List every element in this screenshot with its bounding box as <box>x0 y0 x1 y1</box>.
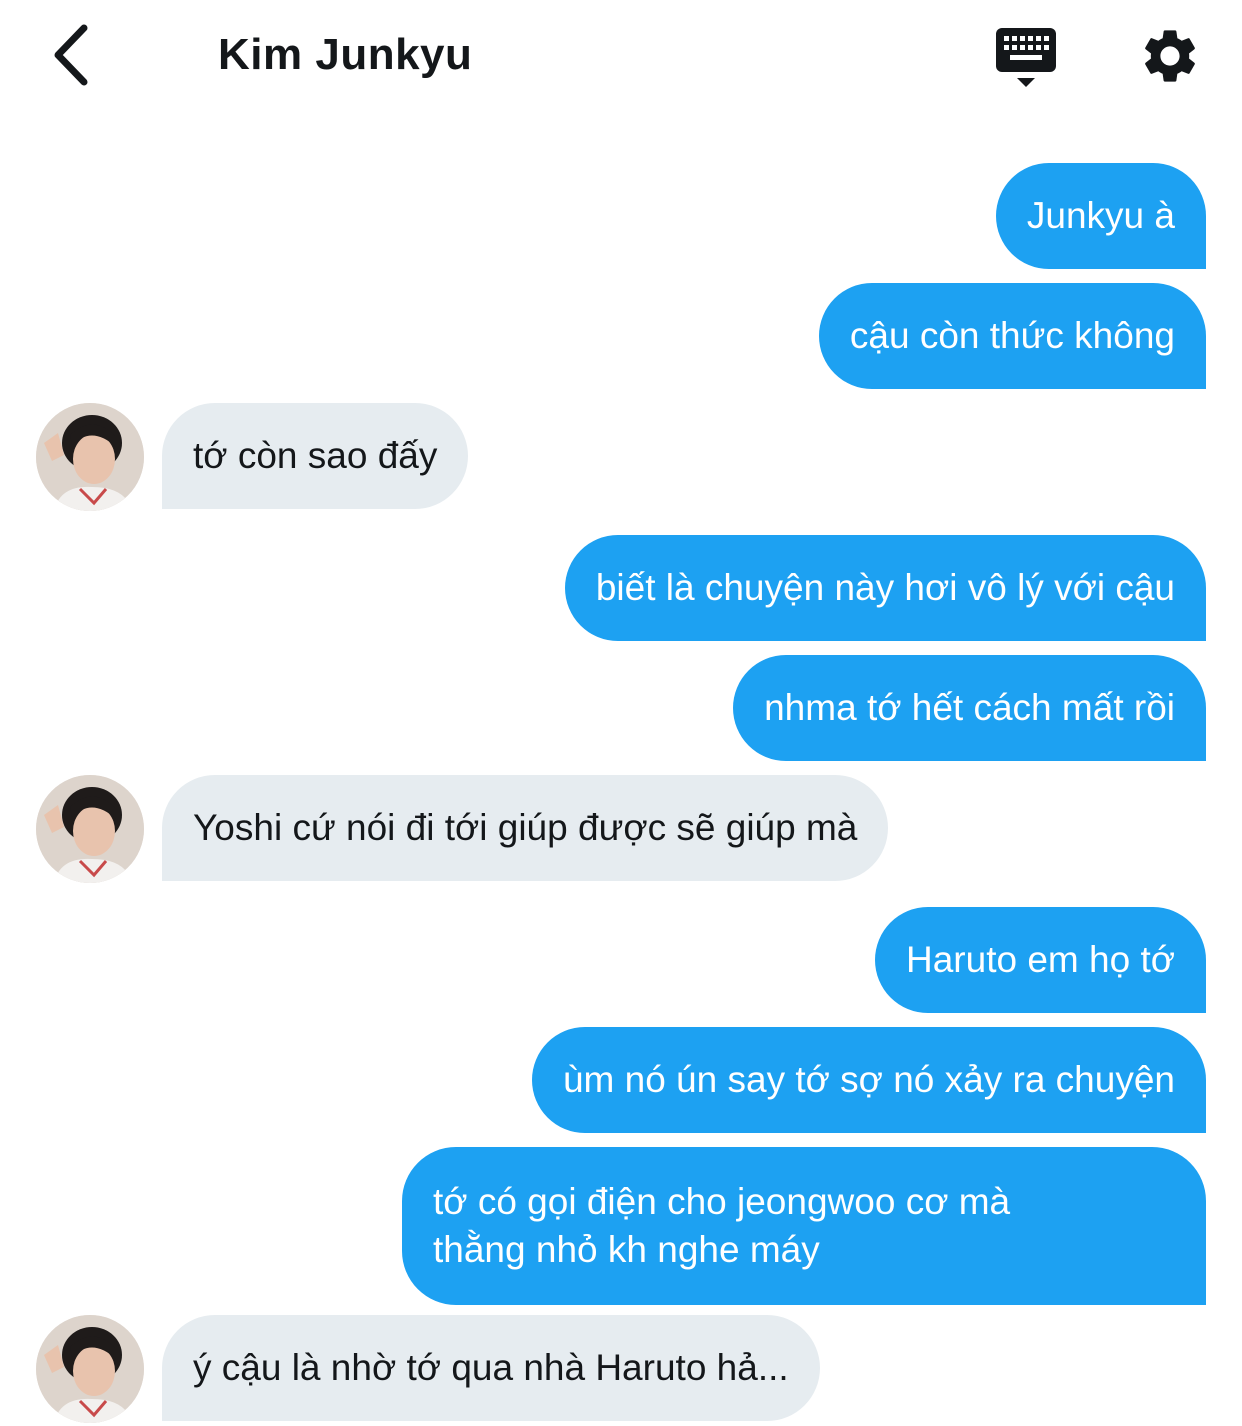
message-bubble-outgoing[interactable]: tớ có gọi điện cho jeongwoo cơ mà thằng … <box>402 1147 1206 1305</box>
message-text-line: thằng nhỏ kh nghe máy <box>433 1229 820 1270</box>
message-text: nhma tớ hết cách mất rồi <box>764 687 1175 728</box>
back-button[interactable] <box>40 22 100 88</box>
gear-icon <box>1145 30 1195 82</box>
avatar-photo <box>36 775 144 883</box>
keyboard-toggle-button[interactable] <box>990 24 1062 90</box>
message-text: cậu còn thức không <box>849 315 1175 356</box>
contact-name[interactable]: Kim Junkyu <box>218 30 472 80</box>
message-bubble-incoming[interactable]: ý cậu là nhờ tớ qua nhà Haruto hả... <box>162 1315 820 1421</box>
message-text: ùm nó ún say tớ sợ nó xảy ra chuyện <box>562 1059 1175 1100</box>
message-text: tớ còn sao đấy <box>193 435 438 476</box>
message-text: biết là chuyện này hơi vô lý với cậu <box>595 567 1175 608</box>
chevron-left-icon <box>54 24 88 86</box>
message-bubble-outgoing[interactable]: cậu còn thức không <box>818 283 1206 389</box>
message-text: Junkyu à <box>1026 195 1175 236</box>
message-bubble-outgoing[interactable]: Junkyu à <box>995 163 1206 269</box>
avatar[interactable] <box>36 403 144 511</box>
message-text: Haruto em họ tớ <box>906 939 1175 980</box>
avatar-photo <box>36 1315 144 1423</box>
message-bubble-outgoing[interactable]: nhma tớ hết cách mất rồi <box>733 655 1206 761</box>
settings-button[interactable] <box>1138 24 1202 88</box>
avatar-photo <box>36 403 144 511</box>
message-text: Yoshi cứ nói đi tới giúp được sẽ giúp mà <box>193 807 858 848</box>
message-bubble-outgoing[interactable]: Haruto em họ tớ <box>875 907 1206 1013</box>
message-bubble-incoming[interactable]: tớ còn sao đấy <box>162 403 469 509</box>
message-bubble-outgoing[interactable]: ùm nó ún say tớ sợ nó xảy ra chuyện <box>531 1027 1206 1133</box>
message-text: ý cậu là nhờ tớ qua nhà Haruto hả... <box>193 1347 789 1388</box>
avatar[interactable] <box>36 1315 144 1423</box>
message-bubble-outgoing[interactable]: biết là chuyện này hơi vô lý với cậu <box>564 535 1206 641</box>
keyboard-icon <box>996 28 1056 87</box>
conversation-header: Kim Junkyu <box>0 0 1242 110</box>
message-text-line: tớ có gọi điện cho jeongwoo cơ mà <box>433 1181 1011 1222</box>
avatar[interactable] <box>36 775 144 883</box>
message-bubble-incoming[interactable]: Yoshi cứ nói đi tới giúp được sẽ giúp mà <box>162 775 889 881</box>
